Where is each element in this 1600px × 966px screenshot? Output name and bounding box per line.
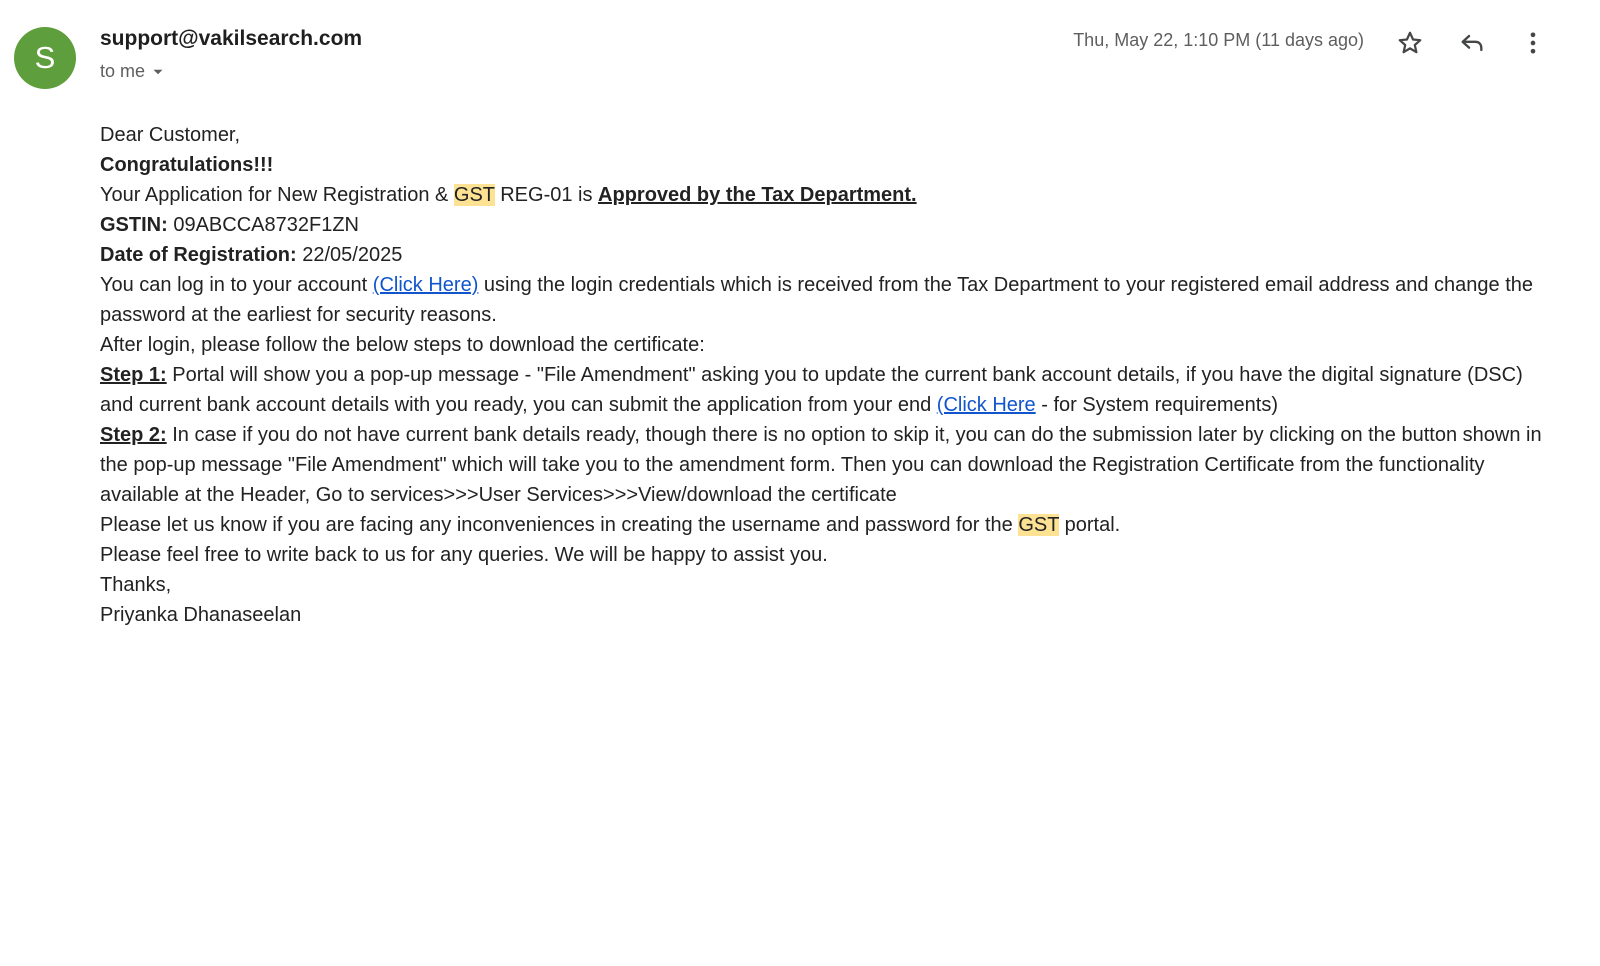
approval-status: Approved by the Tax Department.: [598, 184, 917, 206]
greeting: Dear Customer,: [100, 124, 241, 146]
registration-date-line: Date of Registration: 22/05/2025: [100, 240, 1560, 270]
reply-button[interactable]: [1454, 25, 1490, 61]
approval-text-start: Your Application for New Registration &: [100, 184, 454, 206]
step-1-text: Portal will show you a pop-up message - …: [100, 364, 1523, 416]
recipient-details-toggle[interactable]: to me: [100, 61, 167, 82]
step-2-paragraph: Step 2: In case if you do not have curre…: [100, 420, 1560, 510]
after-login-paragraph: After login, please follow the below ste…: [100, 334, 705, 356]
gstin-value: 09ABCCA8732F1ZN: [167, 214, 359, 236]
email-date: Thu, May 22, 1:10 PM (11 days ago): [1073, 30, 1364, 50]
login-text-start: You can log in to your account: [100, 274, 373, 296]
gstin-label: GSTIN:: [100, 214, 168, 236]
thanks-line: Thanks,: [100, 574, 172, 596]
reply-icon: [1461, 34, 1483, 52]
inconvenience-text-end: portal.: [1059, 514, 1121, 536]
step-2-text: In case if you do not have current bank …: [100, 424, 1542, 506]
step-1-paragraph: Step 1: Portal will show you a pop-up me…: [100, 360, 1560, 420]
sender-email[interactable]: support@vakilsearch.com: [100, 27, 362, 51]
approval-paragraph: Your Application for New Registration & …: [100, 180, 1560, 210]
system-requirements-link[interactable]: (Click Here: [937, 394, 1036, 416]
registration-date-label: Date of Registration:: [100, 244, 297, 266]
caret-down-icon: [153, 69, 163, 74]
email-body: Dear Customer, Congratulations!!! Your A…: [100, 120, 1560, 630]
gst-highlight: GST: [453, 184, 495, 206]
more-vertical-icon: [1530, 32, 1536, 54]
step-2-label: Step 2:: [100, 424, 167, 446]
inconvenience-text-start: Please let us know if you are facing any…: [100, 514, 1019, 536]
email-header: S support@vakilsearch.com to me Thu, May…: [0, 0, 1600, 100]
sender-avatar[interactable]: S: [14, 27, 76, 89]
step-1-text-end: - for System requirements): [1035, 394, 1278, 416]
star-icon: [1398, 31, 1422, 54]
gstin-line: GSTIN: 09ABCCA8732F1ZN: [100, 210, 1560, 240]
star-button[interactable]: [1392, 25, 1428, 61]
feel-free-paragraph: Please feel free to write back to us for…: [100, 544, 828, 566]
gst-highlight-2: GST: [1018, 514, 1060, 536]
step-1-label: Step 1:: [100, 364, 167, 386]
registration-date-value: 22/05/2025: [296, 244, 403, 266]
recipient-label: to me: [100, 61, 146, 81]
more-options-button[interactable]: [1515, 25, 1551, 61]
approval-text-middle: REG-01 is: [494, 184, 599, 206]
inconvenience-paragraph: Please let us know if you are facing any…: [100, 510, 1560, 540]
congratulations-heading: Congratulations!!!: [100, 154, 274, 176]
login-click-here-link[interactable]: (Click Here): [373, 274, 479, 296]
login-paragraph: You can log in to your account (Click He…: [100, 270, 1560, 330]
signature-name: Priyanka Dhanaseelan: [100, 604, 302, 626]
